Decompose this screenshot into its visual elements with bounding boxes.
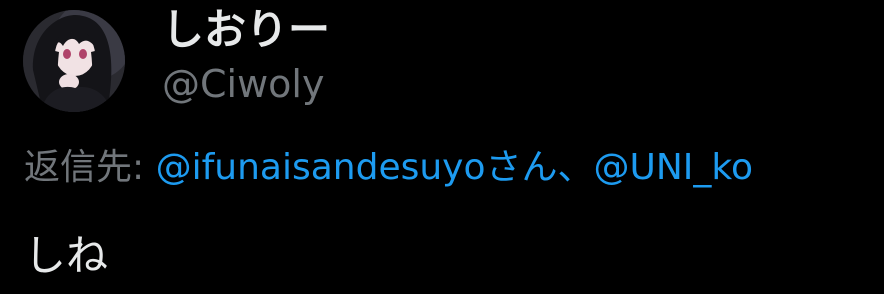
reply-to-prefix: 返信先: [24,147,145,188]
mention-suffix: さん、 [485,147,594,188]
avatar[interactable] [23,10,125,112]
tweet-text: しね [24,231,109,280]
tweet: しおりー @Ciwoly 返信先: @ifunaisandesuyoさん、@UN… [0,0,884,294]
user-handle[interactable]: @Ciwoly [162,58,324,110]
anime-girl-avatar-icon [23,10,125,112]
display-name[interactable]: しおりー [162,2,330,58]
mention-link-uni-ko[interactable]: @UNI_ko [594,147,754,188]
mention-link-ifunaisandesuyo[interactable]: @ifunaisandesuyo [156,147,486,188]
reply-to-line: 返信先: @ifunaisandesuyoさん、@UNI_ko [24,142,753,194]
